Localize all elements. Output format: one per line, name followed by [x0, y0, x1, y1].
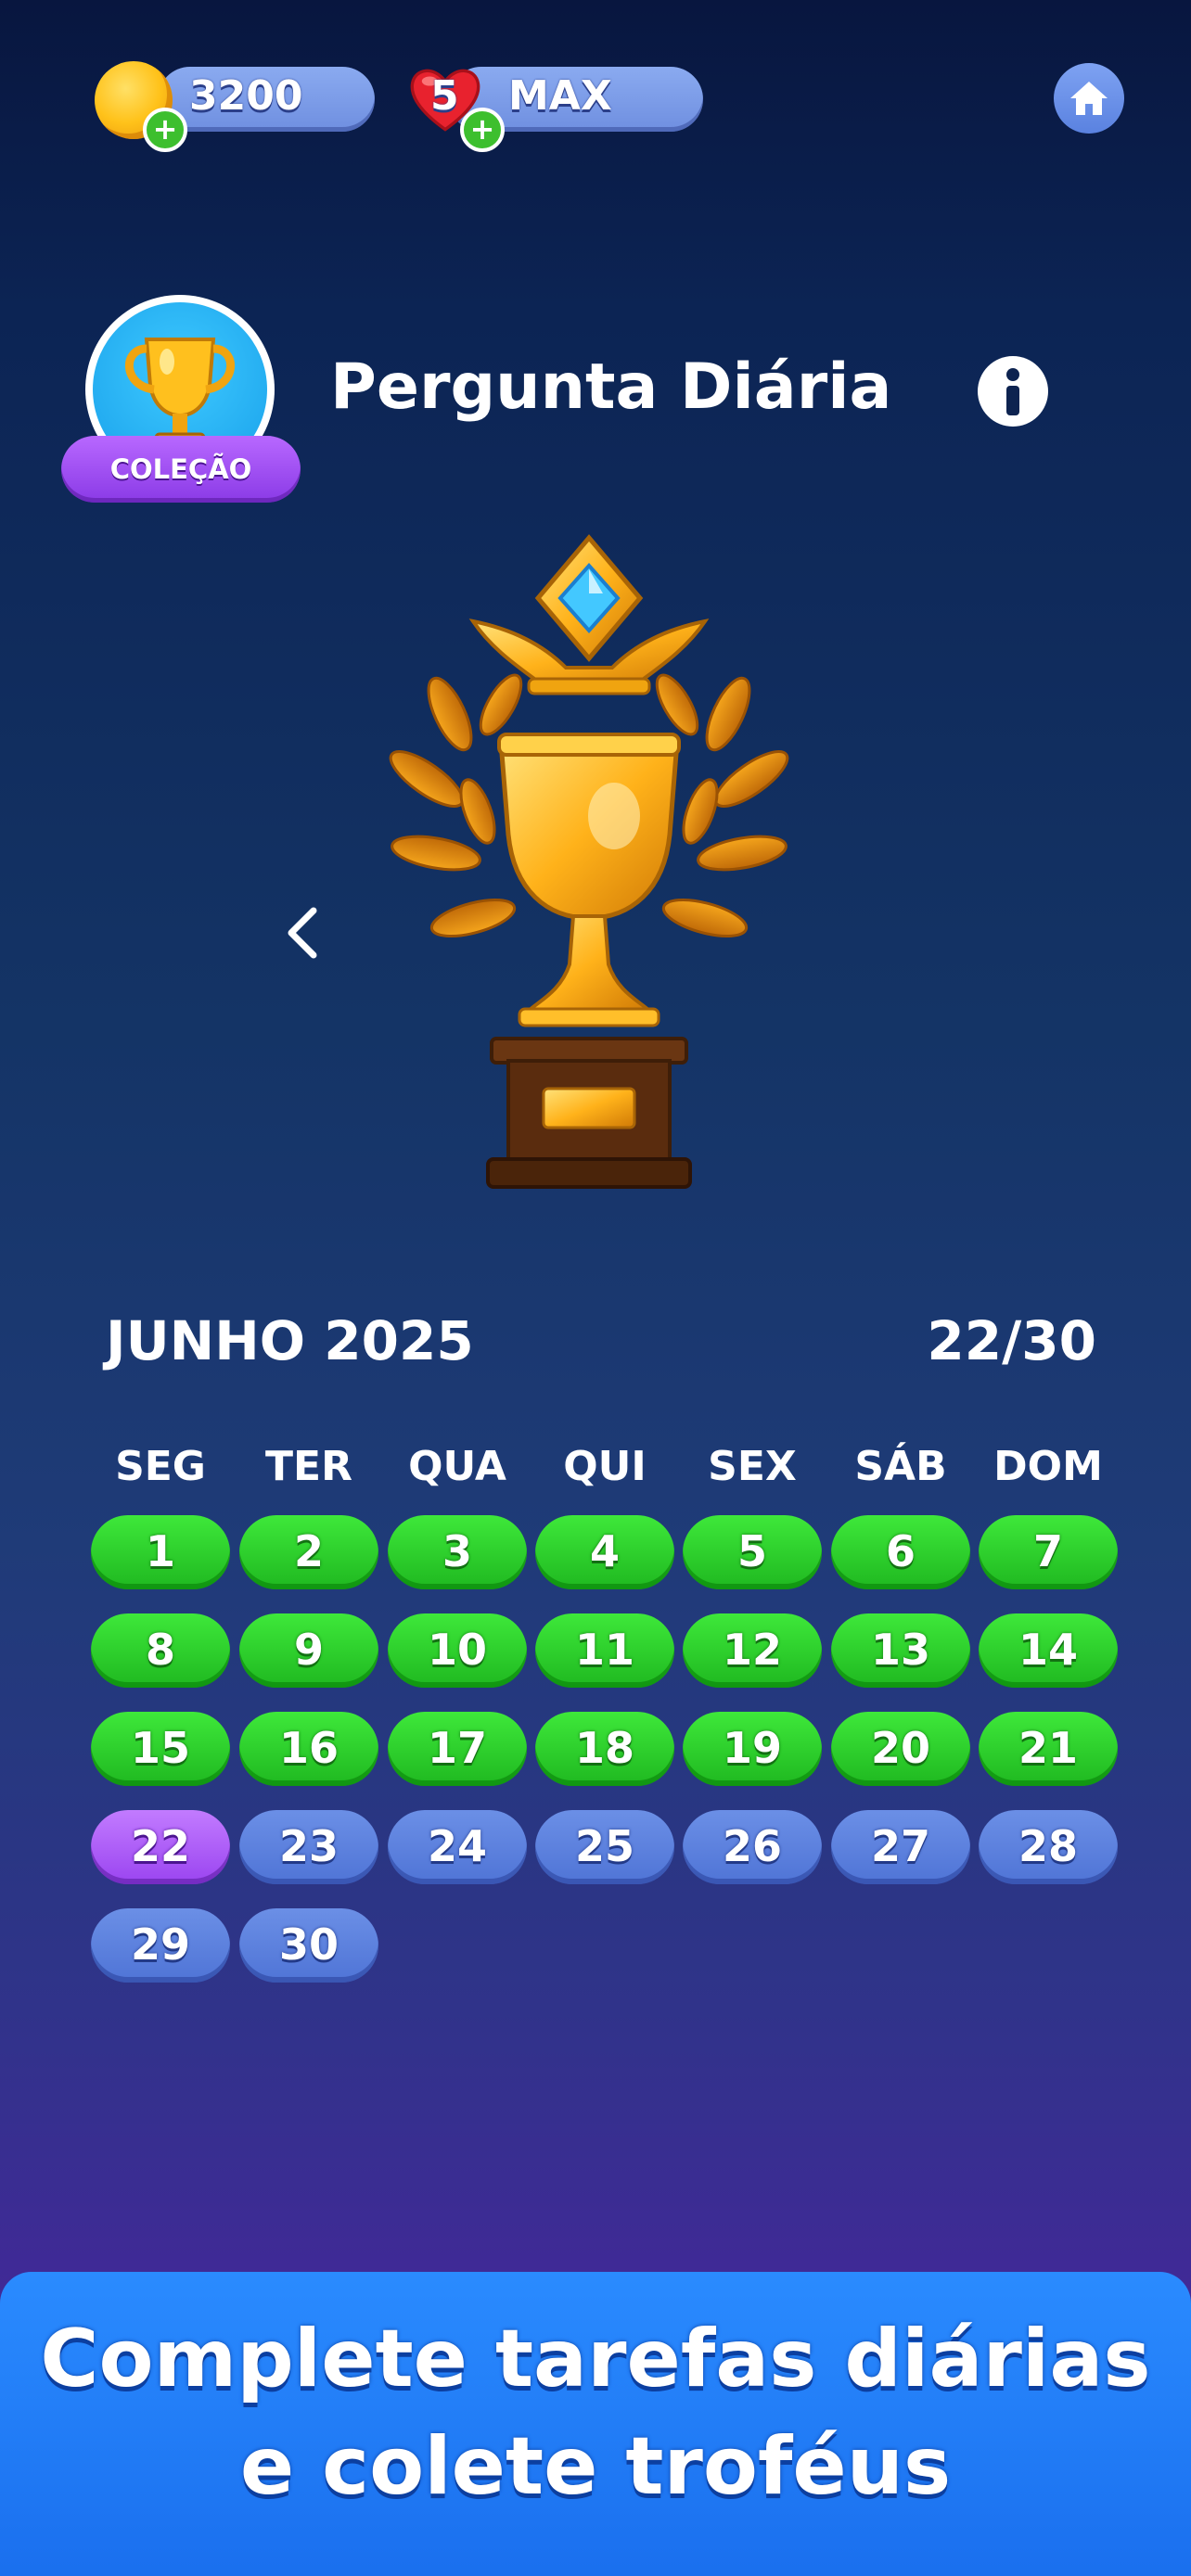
calendar-day-1[interactable]: 1 [91, 1515, 230, 1589]
calendar-day-4[interactable]: 4 [535, 1515, 674, 1589]
previous-trophy-chevron-icon[interactable] [280, 905, 327, 961]
calendar-month: JUNHO 2025 [106, 1309, 474, 1372]
lives-label: MAX [508, 72, 612, 120]
promo-banner: Complete tarefas diárias e colete troféu… [0, 2272, 1191, 2576]
weekday-label: QUA [408, 1443, 506, 1490]
add-coins-plus-icon[interactable]: + [143, 108, 187, 152]
calendar-day-8[interactable]: 8 [91, 1613, 230, 1688]
calendar-day-20[interactable]: 20 [831, 1712, 970, 1786]
calendar-day-30[interactable]: 30 [239, 1908, 378, 1983]
weekday-label: SEX [708, 1443, 797, 1490]
weekday-label: QUI [563, 1443, 647, 1490]
coins-value: 3200 [189, 72, 303, 120]
calendar-day-12[interactable]: 12 [683, 1613, 822, 1688]
banner-line-1: Complete tarefas diárias [40, 2313, 1151, 2405]
calendar-day-14[interactable]: 14 [979, 1613, 1118, 1688]
collection-badge[interactable]: COLEÇÃO [61, 436, 301, 503]
home-button[interactable] [1054, 63, 1124, 134]
calendar-day-9[interactable]: 9 [239, 1613, 378, 1688]
home-icon [1070, 82, 1108, 115]
calendar-day-10[interactable]: 10 [388, 1613, 527, 1688]
calendar-day-5[interactable]: 5 [683, 1515, 822, 1589]
page-title: Pergunta Diária [330, 351, 892, 424]
calendar-day-16[interactable]: 16 [239, 1712, 378, 1786]
calendar-day-15[interactable]: 15 [91, 1712, 230, 1786]
calendar-progress: 22/30 [927, 1309, 1096, 1372]
calendar-day-24[interactable]: 24 [388, 1810, 527, 1884]
weekday-label: SÁB [854, 1443, 947, 1490]
calendar-day-19[interactable]: 19 [683, 1712, 822, 1786]
calendar-day-22[interactable]: 22 [91, 1810, 230, 1884]
calendar-day-11[interactable]: 11 [535, 1613, 674, 1688]
info-button[interactable] [978, 356, 1048, 427]
collection-badge-label: COLEÇÃO [109, 453, 252, 485]
calendar-day-27[interactable]: 27 [831, 1810, 970, 1884]
calendar-day-25[interactable]: 25 [535, 1810, 674, 1884]
add-lives-plus-icon[interactable]: + [460, 108, 505, 152]
calendar-day-21[interactable]: 21 [979, 1712, 1118, 1786]
calendar-day-2[interactable]: 2 [239, 1515, 378, 1589]
weekday-label: DOM [993, 1443, 1103, 1490]
calendar-day-28[interactable]: 28 [979, 1810, 1118, 1884]
calendar-day-29[interactable]: 29 [91, 1908, 230, 1983]
banner-line-2: e colete troféus [239, 2420, 952, 2513]
calendar-day-23[interactable]: 23 [239, 1810, 378, 1884]
calendar-day-26[interactable]: 26 [683, 1810, 822, 1884]
calendar-day-18[interactable]: 18 [535, 1712, 674, 1786]
weekday-label: SEG [115, 1443, 206, 1490]
calendar-day-6[interactable]: 6 [831, 1515, 970, 1589]
lives-count: 5 [430, 72, 459, 120]
info-icon [1006, 368, 1019, 415]
calendar-day-7[interactable]: 7 [979, 1515, 1118, 1589]
weekday-label: TER [265, 1443, 352, 1490]
calendar-day-17[interactable]: 17 [388, 1712, 527, 1786]
trophy-icon [389, 534, 789, 1189]
calendar-day-13[interactable]: 13 [831, 1613, 970, 1688]
calendar-day-3[interactable]: 3 [388, 1515, 527, 1589]
